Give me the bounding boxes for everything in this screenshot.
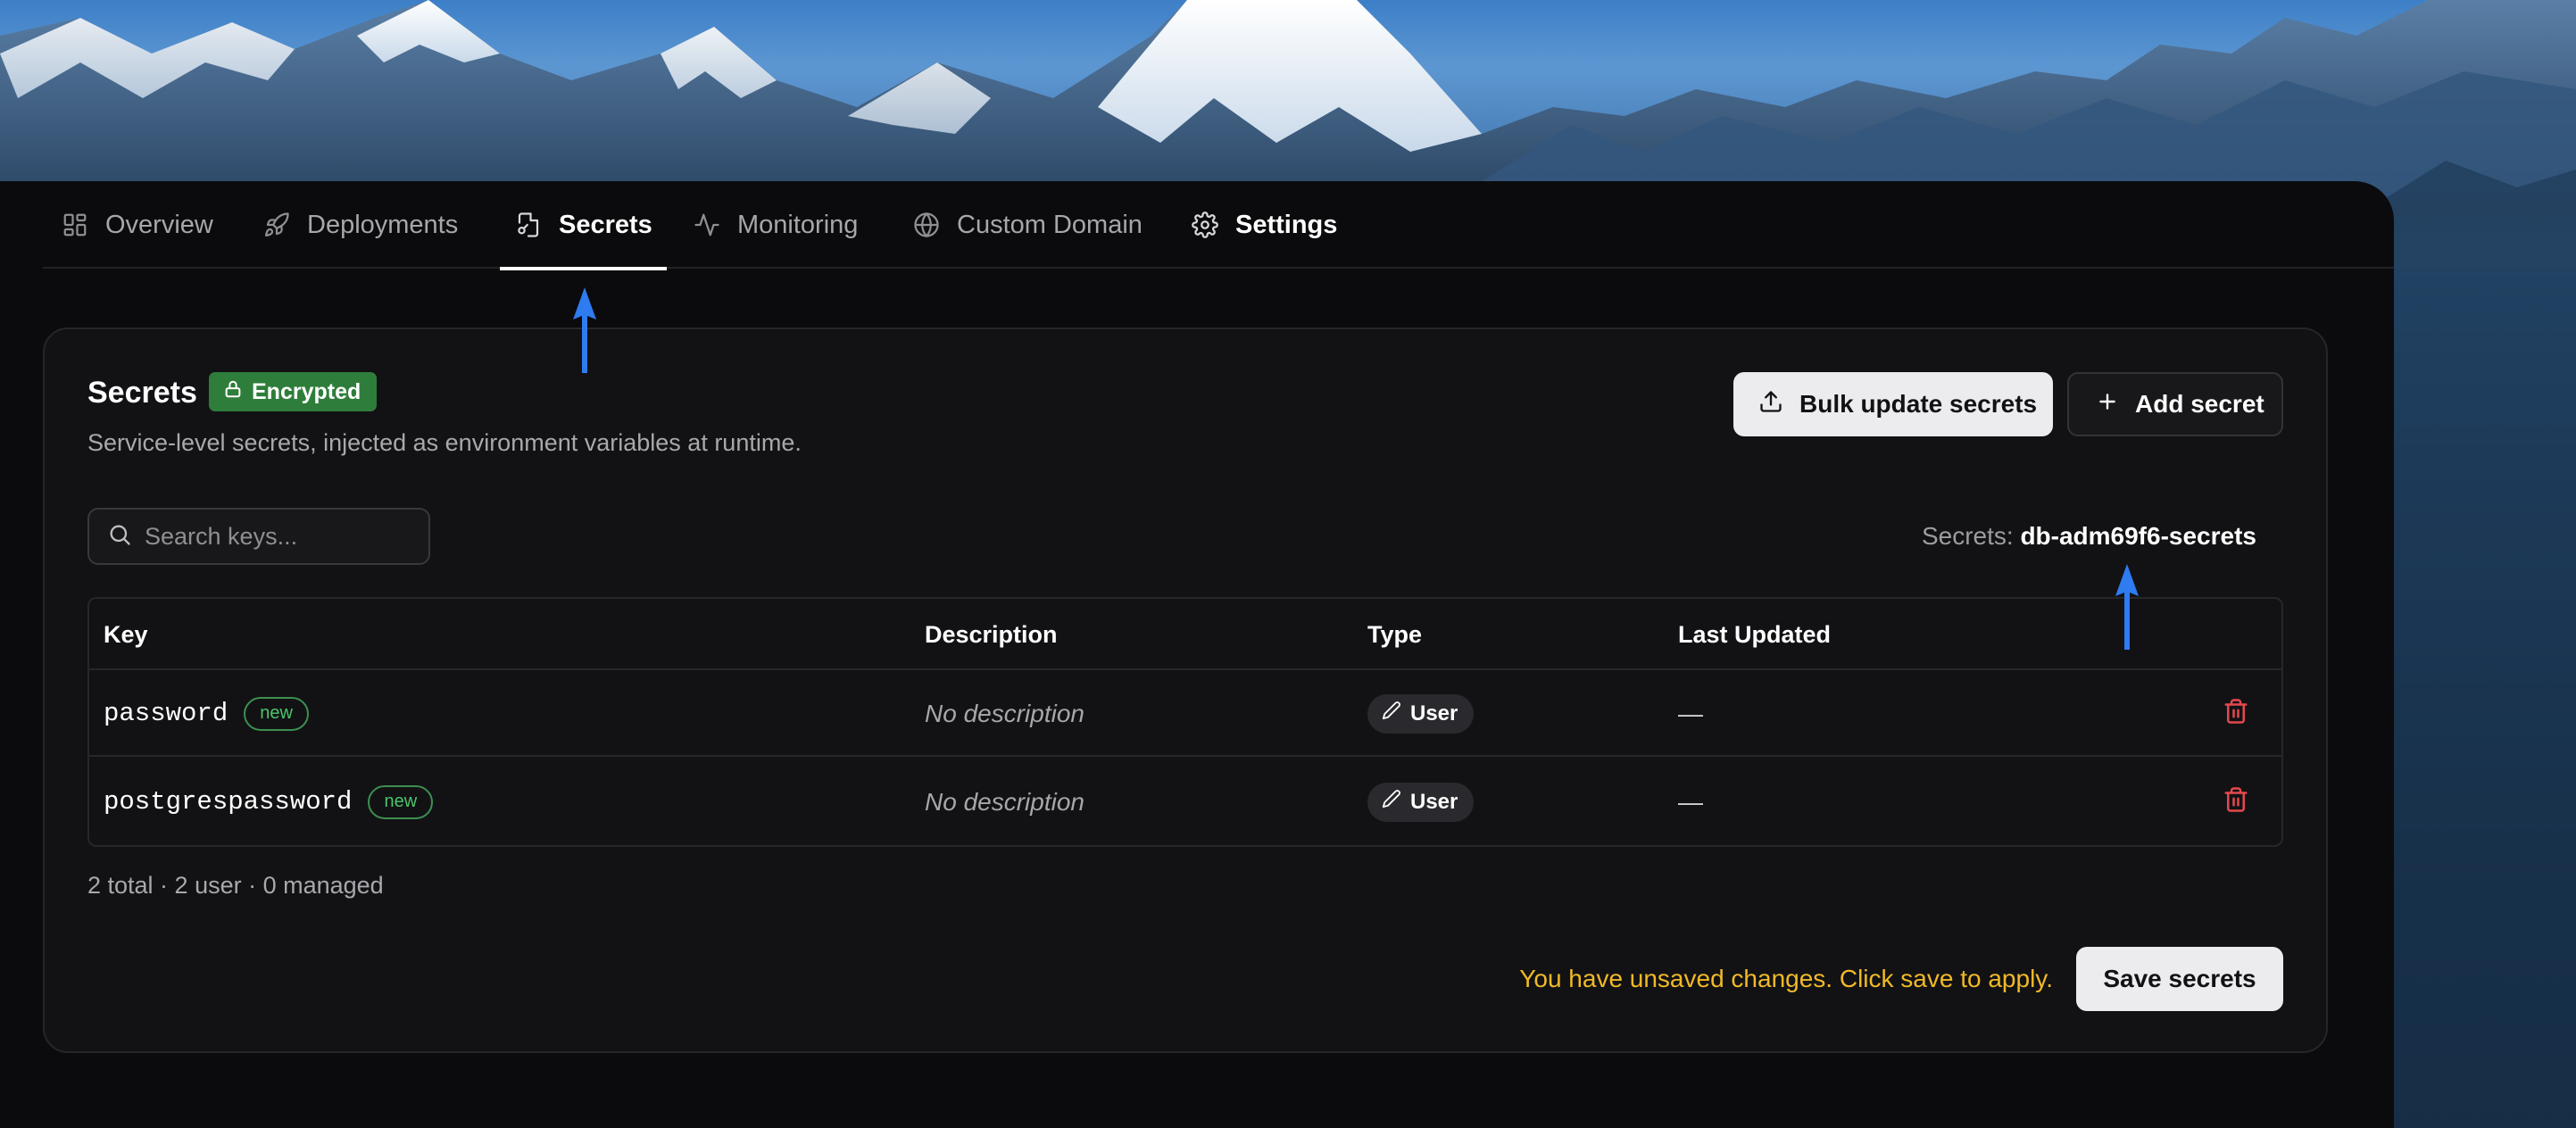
secret-store-name: Secrets: db-adm69f6-secrets [1922,522,2256,551]
search-box[interactable] [87,508,430,565]
tab-settings[interactable]: Settings [1191,181,1337,269]
new-badge: new [244,696,309,731]
rocket-icon [262,211,291,239]
activity-icon [693,211,721,239]
secrets-summary: 2 total · 2 user · 0 managed [87,872,384,899]
tab-label: Settings [1235,210,1338,239]
pencil-icon [1382,701,1401,726]
type-cell: User [1367,670,1475,757]
tab-label: Secrets [559,210,652,239]
file-key-icon [514,211,543,239]
tab-label: Overview [105,210,213,239]
key-cell: password new [104,670,309,757]
globe-icon [912,211,941,239]
new-badge: new [368,784,434,819]
gear-icon [1191,211,1219,239]
tab-overview[interactable]: Overview [61,181,213,269]
type-badge: User [1367,782,1475,822]
save-secrets-label: Save secrets [2103,965,2256,992]
table-row[interactable]: password new No description User — [89,670,2281,757]
card-subtitle: Service-level secrets, injected as envir… [87,429,802,456]
last-updated-cell: — [1678,787,1703,816]
delete-secret-button[interactable] [2223,670,2249,757]
column-header-key: Key [104,620,148,648]
card-title: Secrets [87,376,197,410]
table-header: Key Description Type Last Updated [89,599,2281,670]
tab-monitoring[interactable]: Monitoring [693,181,858,269]
last-updated-cell: — [1678,699,1703,727]
delete-secret-button[interactable] [2223,759,2249,845]
encrypted-badge-label: Encrypted [252,378,361,404]
add-secret-label: Add secret [2135,390,2264,418]
column-header-type: Type [1367,620,1423,648]
type-cell: User [1367,759,1475,845]
type-label: User [1410,701,1458,726]
description-cell[interactable]: No description [925,759,1084,845]
type-badge: User [1367,693,1475,734]
column-header-description: Description [925,620,1058,648]
annotation-arrow-icon [2115,564,2139,650]
secret-store-label: Secrets: [1921,522,2014,550]
pencil-icon [1382,789,1401,815]
save-secrets-button[interactable]: Save secrets [2076,947,2283,1011]
table-row[interactable]: postgrespassword new No description User… [89,759,2281,845]
bulk-update-label: Bulk update secrets [1799,390,2038,418]
description-cell[interactable]: No description [925,670,1084,757]
trash-icon [2223,786,2249,817]
column-header-last-updated: Last Updated [1678,620,1832,648]
plus-icon [2096,390,2119,419]
annotation-arrow-icon [573,287,596,373]
tab-deployments[interactable]: Deployments [262,181,458,269]
grid-icon [61,211,89,239]
lock-icon [223,379,243,405]
key-cell: postgrespassword new [104,759,434,845]
trash-icon [2223,698,2249,729]
secrets-card: Secrets Encrypted Service-level secrets,… [43,328,2328,1053]
tab-bar: Overview Deployments Secrets Monitoring … [43,181,2394,270]
secrets-table: Key Description Type Last Updated passwo… [87,597,2283,847]
secret-store-value: db-adm69f6-secrets [2020,522,2256,550]
upload-icon [1758,389,1783,420]
unsaved-changes-message: You have unsaved changes. Click save to … [1519,965,2053,992]
search-icon [107,522,132,552]
search-input[interactable] [145,522,412,551]
tab-secrets[interactable]: Secrets [500,181,667,270]
bulk-update-secrets-button[interactable]: Bulk update secrets [1733,372,2053,436]
type-label: User [1410,789,1458,814]
tab-custom-domain[interactable]: Custom Domain [912,181,1143,269]
encrypted-badge: Encrypted [209,372,378,411]
add-secret-button[interactable]: Add secret [2067,372,2283,436]
secret-key: password [104,699,229,728]
tab-label: Custom Domain [957,210,1143,239]
tab-label: Deployments [307,210,459,239]
secret-key: postgrespassword [104,787,353,817]
tab-label: Monitoring [737,210,859,239]
